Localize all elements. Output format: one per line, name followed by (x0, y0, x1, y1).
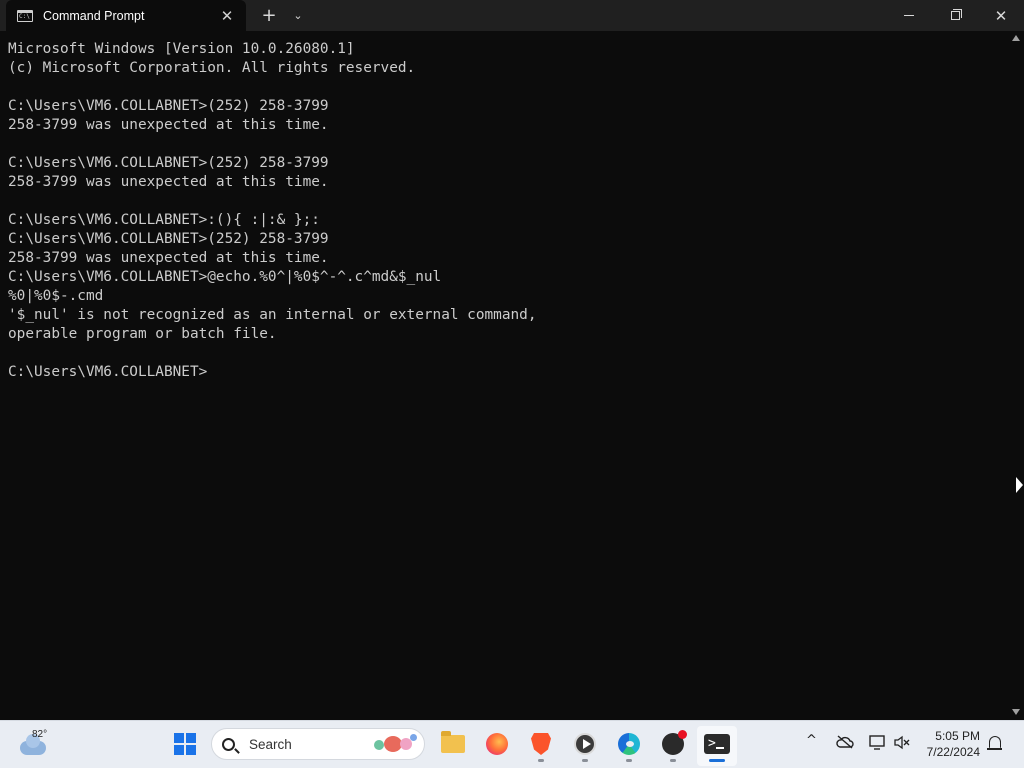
weather-temperature: 82° (32, 729, 48, 740)
firefox-icon (486, 733, 508, 755)
minimize-icon (904, 15, 914, 16)
vertical-scrollbar[interactable] (1008, 31, 1024, 720)
minimize-button[interactable] (886, 0, 932, 31)
new-tab-button[interactable]: + (258, 0, 280, 31)
weather-widget[interactable]: 82° (14, 727, 54, 763)
obs-studio-button[interactable] (658, 729, 688, 759)
search-box[interactable]: Search (211, 728, 425, 760)
title-bar: C:\ Command Prompt ✕ + ⌄ ✕ (0, 0, 1024, 31)
brave-running-indicator (538, 759, 544, 762)
start-button[interactable] (170, 729, 200, 759)
notification-bell-icon[interactable] (987, 736, 1002, 750)
obs-running-indicator (670, 759, 676, 762)
windows-logo-icon (174, 733, 196, 755)
file-explorer-button[interactable] (438, 729, 468, 759)
obs-studio-icon (662, 730, 687, 755)
cloud-icon (20, 734, 46, 755)
edge-running-indicator (626, 759, 632, 762)
media-player-icon (574, 733, 596, 755)
restore-button[interactable] (932, 0, 978, 31)
brave-icon (531, 733, 551, 755)
search-highlight-icon (372, 732, 418, 756)
scroll-up-icon[interactable] (1012, 35, 1020, 41)
command-prompt-icon: C:\ (17, 9, 33, 22)
search-placeholder: Search (249, 736, 292, 752)
mouse-cursor-icon (1016, 477, 1023, 493)
media-running-indicator (582, 759, 588, 762)
clock-time: 5:05 PM (935, 729, 980, 743)
network-icon[interactable] (868, 735, 886, 754)
console-output[interactable]: Microsoft Windows [Version 10.0.26080.1]… (0, 31, 1008, 720)
media-player-button[interactable] (570, 729, 600, 759)
search-icon (222, 737, 235, 751)
terminal-app[interactable] (702, 729, 732, 759)
onedrive-offline-icon[interactable] (836, 735, 854, 753)
scroll-down-icon[interactable] (1012, 709, 1020, 715)
volume-muted-icon[interactable] (894, 735, 910, 754)
close-tab-icon[interactable]: ✕ (218, 7, 236, 25)
close-window-button[interactable]: ✕ (978, 0, 1024, 31)
terminal-icon (704, 734, 730, 754)
edge-button[interactable] (614, 729, 644, 759)
restore-icon (950, 9, 962, 20)
tab-command-prompt[interactable]: C:\ Command Prompt ✕ (6, 0, 246, 31)
console-text[interactable]: Microsoft Windows [Version 10.0.26080.1]… (8, 40, 537, 382)
terminal-active-indicator (709, 759, 725, 762)
tab-icon-text: C:\ (19, 12, 30, 20)
edge-icon (618, 733, 640, 755)
tab-title: Command Prompt (43, 8, 145, 23)
brave-button[interactable] (526, 729, 556, 759)
tab-dropdown-button[interactable]: ⌄ (288, 0, 308, 31)
show-hidden-icons-button[interactable]: ^ (806, 733, 817, 748)
firefox-button[interactable] (482, 729, 512, 759)
folder-icon (441, 731, 465, 753)
clock-date: 7/22/2024 (926, 745, 980, 759)
clock[interactable]: 5:05 PM 7/22/2024 (918, 728, 980, 760)
